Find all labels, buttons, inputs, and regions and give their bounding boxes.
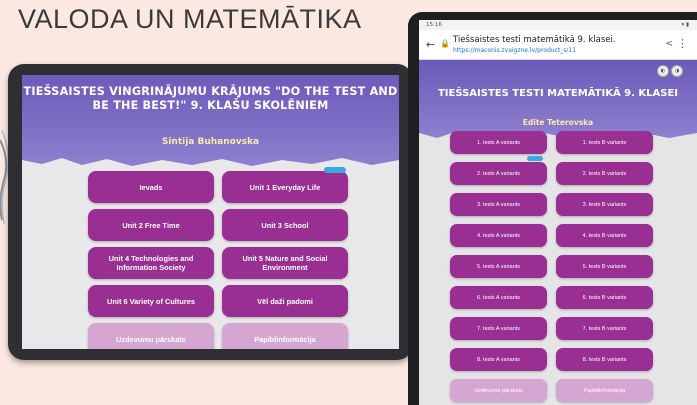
menu-button-padomi[interactable]: Vēl daži padomi (222, 285, 348, 317)
menu-button-papildinformacija[interactable]: Papildinformācija (222, 323, 348, 349)
test-8a-button[interactable]: 8. tests A variants (450, 348, 547, 371)
toggle-icon[interactable]: ◑ (671, 65, 683, 77)
signal-battery-icon: ▾ ▮ (681, 22, 689, 28)
test-2a-button[interactable]: 2. tests A variants (450, 162, 547, 185)
menu-button-unit-1[interactable]: Unit 1 Everyday Life (222, 171, 348, 203)
menu-button-unit-6[interactable]: Unit 6 Variety of Cultures (88, 285, 214, 317)
tablet-landscape: TIEŠSAISTES VINGRINĀJUMU KRĀJUMS "DO THE… (8, 64, 413, 360)
highlight-mark (527, 156, 543, 161)
tablet-landscape-screen: TIEŠSAISTES VINGRINĀJUMU KRĀJUMS "DO THE… (22, 75, 399, 349)
status-bar: 15:16 ▾ ▮ (419, 20, 697, 30)
menu-button-ievads[interactable]: Ievads (88, 171, 214, 203)
menu-button-unit-3[interactable]: Unit 3 School (222, 209, 348, 241)
menu-button-parskats[interactable]: Uzdevumu pārskats (88, 323, 214, 349)
test-6b-button[interactable]: 6. tests B variants (556, 286, 653, 309)
display-toggles: ◐ ◑ (657, 65, 683, 77)
more-menu-icon[interactable]: ⋮ (677, 37, 688, 50)
menu-button-unit-5[interactable]: Unit 5 Nature and Social Environment (222, 247, 348, 279)
test-3b-button[interactable]: 3. tests B variants (556, 193, 653, 216)
tablet-portrait: 15:16 ▾ ▮ ← 🔒 Tiešsaistes testi matemāti… (408, 12, 697, 405)
app-author: Sintija Buhanovska (161, 137, 260, 147)
papildinformacija-button[interactable]: Papildinformācija (556, 379, 653, 402)
test-2b-button[interactable]: 2. tests B variants (556, 162, 653, 185)
browser-bar: ← 🔒 Tiešsaistes testi matemātikā 9. klas… (419, 30, 697, 60)
test-4b-button[interactable]: 4. tests B variants (556, 224, 653, 247)
status-time: 15:16 (426, 22, 442, 28)
test-5b-button[interactable]: 5. tests B variants (556, 255, 653, 278)
parskats-button[interactable]: Uzdevumu pārskats (450, 379, 547, 402)
app-title: TIEŠSAISTES VINGRINĀJUMU KRĀJUMS "DO THE… (23, 85, 398, 112)
test-6a-button[interactable]: 6. tests A variants (450, 286, 547, 309)
menu-button-unit-2[interactable]: Unit 2 Free Time (88, 209, 214, 241)
test-4a-button[interactable]: 4. tests A variants (450, 224, 547, 247)
menu-button-unit-4[interactable]: Unit 4 Technologies and Information Soci… (88, 247, 214, 279)
test-7a-button[interactable]: 7. tests A variants (450, 317, 547, 340)
page-headline: VALODA UN MATEMĀTIKA (18, 4, 362, 34)
test-8b-button[interactable]: 8. tests B variants (556, 348, 653, 371)
highlight-mark (324, 167, 346, 173)
tablet-portrait-screen: 15:16 ▾ ▮ ← 🔒 Tiešsaistes testi matemāti… (419, 20, 697, 405)
browser-page-title: Tiešsaistes testi matemātikā 9. klasei. (453, 35, 616, 45)
app-title: TIEŠSAISTES TESTI MATEMĀTIKĀ 9. KLASEI (437, 88, 679, 99)
app-author: Edīte Teterovska (522, 118, 594, 127)
test-3a-button[interactable]: 3. tests A variants (450, 193, 547, 216)
test-5a-button[interactable]: 5. tests A variants (450, 255, 547, 278)
browser-url[interactable]: https://maconis.zvaigzne.lv/product_s/11 (453, 47, 576, 54)
test-1a-button[interactable]: 1. tests A variants (450, 131, 547, 154)
back-arrow-icon[interactable]: ← (426, 38, 435, 51)
test-7b-button[interactable]: 7. tests B variants (556, 317, 653, 340)
test-1b-button[interactable]: 1. tests B variants (556, 131, 653, 154)
lock-icon: 🔒 (440, 39, 450, 48)
share-icon[interactable]: < (665, 39, 673, 49)
toggle-icon[interactable]: ◐ (657, 65, 669, 77)
